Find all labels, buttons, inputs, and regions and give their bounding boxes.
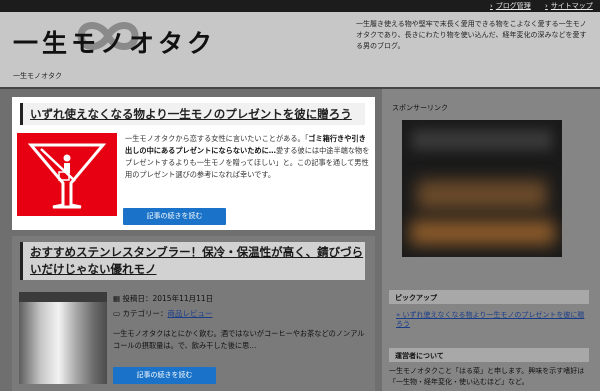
post-card: おすすめステンレスタンブラー！保冷・保温性が高く、錆びづらいだけじゃない優れモノ… (12, 236, 375, 391)
site-logo[interactable]: 一生モノオタク (13, 22, 218, 62)
read-more-button[interactable]: 記事の続きを読む (113, 367, 216, 384)
post-thumbnail[interactable] (17, 133, 117, 216)
post-title-link[interactable]: おすすめステンレスタンブラー！保冷・保温性が高く、錆びづらいだけじゃない優れモノ (20, 242, 365, 280)
logo-text: 一生モノオタク (13, 29, 217, 58)
pickup-heading: ピックアップ (389, 290, 589, 304)
arrow-right-icon: › (490, 2, 493, 10)
blog-admin-label: ブログ管理 (495, 2, 531, 10)
site-name[interactable]: 一生モノオタク (13, 71, 62, 81)
sitemap-label: サイトマップ (550, 2, 593, 10)
post-excerpt: 一生モノオタクから恋する女性に言いたいことがある。「ゴミ箱行きや引き出しの中にあ… (125, 134, 370, 179)
site-description: 一生履き使える物や堅牢で末長く愛用できる物をこよなく愛する一生モノオタクであり、… (356, 20, 587, 50)
admin-text: 一生モノオタクこと「はる菜」と申します。興味を示す嗜好は「一生物・経年変化・使い… (389, 367, 585, 386)
top-bar: › ブログ管理 › サイトマップ (0, 0, 600, 12)
post-card: いずれ使えなくなる物より一生モノのプレゼントを彼に贈ろう 一生モノオタクから恋す… (12, 97, 375, 230)
sitemap-link[interactable]: › サイトマップ (545, 1, 593, 11)
read-more-button[interactable]: 記事の続きを読む (123, 208, 226, 225)
tumbler-rim (19, 292, 107, 302)
sponsor-label: スポンサーリンク (392, 104, 448, 112)
post-date: ▦ 投稿日：2015年11月11日 (113, 294, 214, 303)
post-category: ▭ カテゴリー：商品レビュー (113, 309, 213, 318)
category-link[interactable]: 商品レビュー (167, 309, 212, 318)
post-excerpt: 一生モノオタクはとにかく飲む。酒ではないがコーヒーやお茶などのノンアルコールの摂… (113, 329, 365, 350)
arrow-right-icon: › (545, 2, 548, 10)
post-thumbnail[interactable] (19, 292, 107, 384)
admin-heading: 運営者について (389, 348, 589, 362)
blog-admin-link[interactable]: › ブログ管理 (490, 1, 531, 11)
post-title-link[interactable]: いずれ使えなくなる物より一生モノのプレゼントを彼に贈ろう (20, 103, 365, 125)
pickup-link[interactable]: » いずれ使えなくなる物より一生モノのプレゼントを彼に贈ろう (396, 311, 586, 329)
no-trash-sign-icon (27, 143, 107, 209)
ad-banner[interactable] (402, 120, 562, 257)
